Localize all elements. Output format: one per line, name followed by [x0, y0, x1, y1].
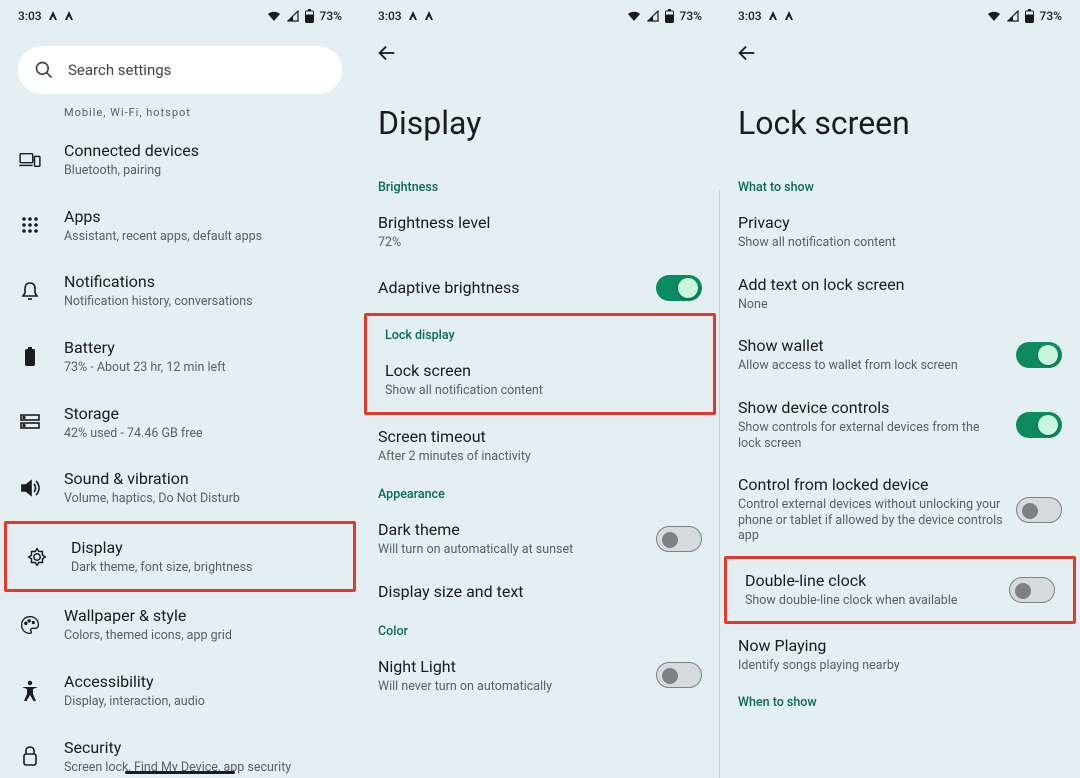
- battery-icon: [665, 9, 674, 23]
- toggle-wallet[interactable]: [1016, 342, 1062, 368]
- pref-brightness-level[interactable]: Brightness level72%: [360, 201, 720, 263]
- status-bar: 3:03 73%: [0, 4, 360, 28]
- wifi-icon: [627, 10, 641, 22]
- accessibility-icon: [21, 680, 39, 702]
- status-time: 3:03: [18, 9, 42, 23]
- battery-icon: [1025, 9, 1034, 23]
- wifi-icon: [267, 10, 281, 22]
- pref-lock-screen[interactable]: Lock screenShow all notification content: [367, 349, 713, 411]
- section-lock-display: Lock display: [367, 318, 713, 349]
- search-icon: [34, 60, 54, 80]
- notification-icon: [424, 11, 434, 21]
- row-apps[interactable]: AppsAssistant, recent apps, default apps: [0, 193, 360, 259]
- nav-indicator[interactable]: [125, 771, 235, 774]
- toggle-night-light[interactable]: [656, 662, 702, 688]
- back-icon[interactable]: [736, 42, 758, 64]
- search-placeholder: Search settings: [68, 61, 171, 79]
- highlight-lock-display: Lock display Lock screenShow all notific…: [364, 313, 716, 416]
- row-battery[interactable]: Battery73% - About 23 hr, 12 min left: [0, 324, 360, 390]
- pref-device-controls[interactable]: Show device controlsShow controls for ex…: [720, 386, 1080, 463]
- settings-main-panel: 3:03 73% Search settings Mobile, Wi-Fi, …: [0, 0, 360, 778]
- toggle-double-clock[interactable]: [1009, 577, 1055, 603]
- back-icon[interactable]: [376, 42, 398, 64]
- palette-icon: [20, 615, 40, 635]
- row-storage[interactable]: Storage42% used - 74.46 GB free: [0, 390, 360, 456]
- section-brightness: Brightness: [360, 170, 720, 201]
- section-what-to-show: What to show: [720, 170, 1080, 201]
- notification-icon: [48, 11, 58, 21]
- apps-icon: [21, 216, 39, 234]
- page-title: Lock screen: [720, 76, 1080, 170]
- notification-icon: [768, 11, 778, 21]
- storage-icon: [20, 414, 40, 430]
- row-accessibility[interactable]: AccessibilityDisplay, interaction, audio: [0, 658, 360, 724]
- status-bar: 3:03 73%: [720, 4, 1080, 28]
- toggle-dark-theme[interactable]: [656, 526, 702, 552]
- toggle-control-locked[interactable]: [1016, 497, 1062, 523]
- row-notifications[interactable]: NotificationsNotification history, conve…: [0, 258, 360, 324]
- signal-icon: [647, 10, 659, 22]
- signal-icon: [1007, 10, 1019, 22]
- pref-screen-timeout[interactable]: Screen timeoutAfter 2 minutes of inactiv…: [360, 415, 720, 477]
- notification-icon: [784, 11, 794, 21]
- toggle-device-controls[interactable]: [1016, 412, 1062, 438]
- status-time: 3:03: [738, 9, 762, 23]
- pref-add-text[interactable]: Add text on lock screenNone: [720, 263, 1080, 325]
- pref-now-playing[interactable]: Now PlayingIdentify songs playing nearby: [720, 624, 1080, 686]
- search-settings[interactable]: Search settings: [18, 46, 342, 94]
- pref-double-clock[interactable]: Double-line clockShow double-line clock …: [727, 559, 1073, 621]
- display-settings-panel: 3:03 73% Display Brightness Brightness l…: [360, 0, 720, 778]
- pref-wallet[interactable]: Show walletAllow access to wallet from l…: [720, 324, 1080, 386]
- section-when-to-show: When to show: [720, 685, 1080, 716]
- row-security[interactable]: SecurityScreen lock, Find My Device, app…: [0, 724, 360, 778]
- pref-display-size[interactable]: Display size and text: [360, 570, 720, 614]
- truncated-subtitle: Mobile, Wi-Fi, hotspot: [64, 106, 360, 119]
- lock-screen-panel: 3:03 73% Lock screen What to show Privac…: [720, 0, 1080, 778]
- status-bar: 3:03 73%: [360, 4, 720, 28]
- notification-icon: [408, 11, 418, 21]
- notification-icon: [64, 11, 74, 21]
- devices-icon: [19, 151, 41, 169]
- section-color: Color: [360, 614, 720, 645]
- lock-icon: [22, 746, 38, 766]
- highlight-display: DisplayDark theme, font size, brightness: [4, 521, 356, 593]
- row-wallpaper[interactable]: Wallpaper & styleColors, themed icons, a…: [0, 592, 360, 658]
- row-connected-devices[interactable]: Connected devicesBluetooth, pairing: [0, 127, 360, 193]
- page-title: Display: [360, 76, 720, 170]
- brightness-icon: [26, 546, 48, 568]
- pref-privacy[interactable]: PrivacyShow all notification content: [720, 201, 1080, 263]
- wifi-icon: [987, 10, 1001, 22]
- pref-adaptive-brightness[interactable]: Adaptive brightness: [360, 263, 720, 313]
- pref-night-light[interactable]: Night LightWill never turn on automatica…: [360, 645, 720, 707]
- bell-icon: [21, 281, 39, 301]
- battery-icon: [24, 347, 36, 367]
- highlight-double-clock: Double-line clockShow double-line clock …: [724, 556, 1076, 624]
- pref-dark-theme[interactable]: Dark themeWill turn on automatically at …: [360, 508, 720, 570]
- section-appearance: Appearance: [360, 477, 720, 508]
- battery-icon: [305, 9, 314, 23]
- speaker-icon: [20, 479, 40, 497]
- pref-control-locked[interactable]: Control from locked deviceControl extern…: [720, 463, 1080, 556]
- row-display[interactable]: DisplayDark theme, font size, brightness: [7, 524, 353, 590]
- toggle-adaptive-brightness[interactable]: [656, 275, 702, 301]
- status-battery: 73%: [1040, 9, 1062, 23]
- status-battery: 73%: [320, 9, 342, 23]
- signal-icon: [287, 10, 299, 22]
- status-time: 3:03: [378, 9, 402, 23]
- status-battery: 73%: [680, 9, 702, 23]
- row-sound[interactable]: Sound & vibrationVolume, haptics, Do Not…: [0, 455, 360, 521]
